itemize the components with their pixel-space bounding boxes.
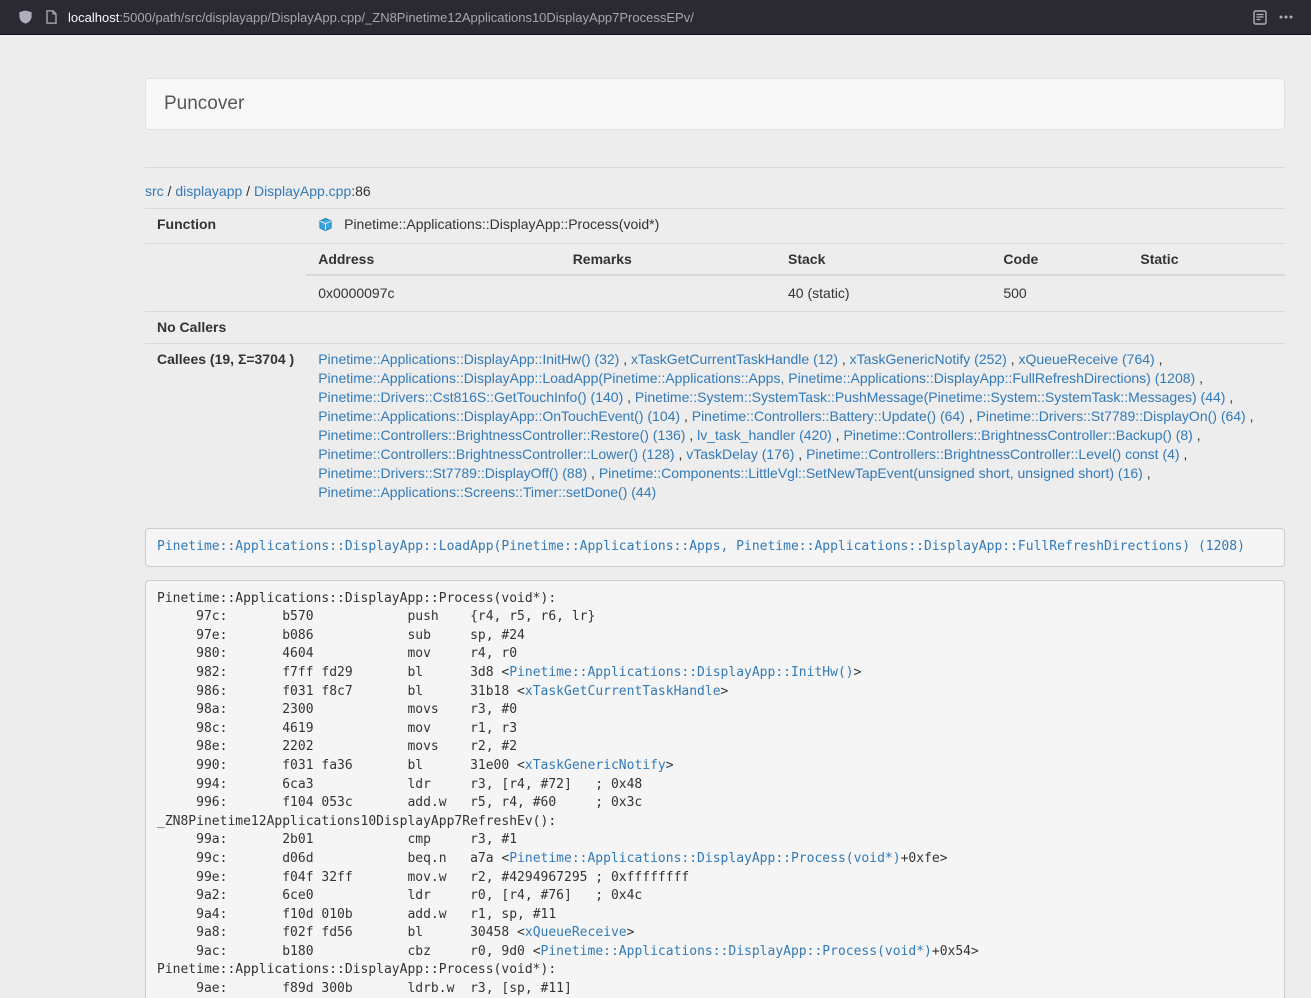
page-content: Puncover src / displayapp / DisplayApp.c… bbox=[145, 35, 1285, 998]
no-callers-empty bbox=[306, 312, 1285, 344]
breadcrumb-link[interactable]: DisplayApp.cpp bbox=[254, 183, 351, 199]
callee-link[interactable]: xQueueReceive (764) bbox=[1019, 351, 1155, 367]
no-callers-row: No Callers bbox=[145, 312, 1285, 344]
stats-row: Address Remarks Stack Code Static 0x0000… bbox=[145, 244, 1285, 312]
callee-link[interactable]: Pinetime::Components::LittleVgl::SetNewT… bbox=[599, 465, 1143, 481]
callees-list: Pinetime::Applications::DisplayApp::Init… bbox=[306, 344, 1285, 509]
callee-link[interactable]: Pinetime::Controllers::BrightnessControl… bbox=[843, 427, 1192, 443]
browser-toolbar: localhost:5000/path/src/displayapp/Displ… bbox=[0, 0, 1311, 35]
callee-link[interactable]: Pinetime::Controllers::BrightnessControl… bbox=[318, 446, 674, 462]
disasm-symbol-link[interactable]: xTaskGenericNotify bbox=[525, 758, 666, 773]
address-value: 0x0000097c bbox=[306, 275, 560, 311]
callee-link[interactable]: vTaskDelay (176) bbox=[686, 446, 794, 462]
callee-link[interactable]: Pinetime::Controllers::BrightnessControl… bbox=[806, 446, 1179, 462]
callees-row: Callees (19, Σ=3704 ) Pinetime::Applicat… bbox=[145, 344, 1285, 509]
menu-icon[interactable] bbox=[1273, 4, 1299, 30]
disasm-symbol-link[interactable]: xTaskGetCurrentTaskHandle bbox=[525, 684, 721, 699]
no-callers-label: No Callers bbox=[145, 312, 306, 344]
stats-header-row: Address Remarks Stack Code Static bbox=[306, 244, 1285, 275]
breadcrumb-line-number: :86 bbox=[351, 183, 370, 199]
page-title[interactable]: Puncover bbox=[164, 93, 244, 115]
breadcrumb-separator: / bbox=[242, 183, 254, 199]
shield-icon[interactable] bbox=[12, 4, 38, 30]
callee-link[interactable]: lv_task_handler (420) bbox=[697, 427, 832, 443]
disasm-symbol-link[interactable]: Pinetime::Applications::DisplayApp::Proc… bbox=[541, 944, 932, 959]
url-host: localhost bbox=[68, 10, 119, 25]
callee-link[interactable]: Pinetime::Applications::DisplayApp::Init… bbox=[318, 351, 619, 367]
callee-link[interactable]: Pinetime::Applications::DisplayApp::OnTo… bbox=[318, 408, 680, 424]
remarks-value bbox=[561, 275, 776, 311]
disasm-symbol-link[interactable]: Pinetime::Applications::DisplayApp::Proc… bbox=[509, 851, 900, 866]
divider bbox=[145, 167, 1285, 168]
col-static: Static bbox=[1128, 244, 1285, 275]
snippet-link[interactable]: Pinetime::Applications::DisplayApp::Load… bbox=[157, 539, 1245, 554]
function-row: Function Pinetime::Applications::Display… bbox=[145, 209, 1285, 244]
callee-link[interactable]: Pinetime::Controllers::BrightnessControl… bbox=[318, 427, 685, 443]
stats-label-empty bbox=[145, 244, 306, 312]
callees-label: Callees (19, Σ=3704 ) bbox=[145, 344, 306, 509]
callee-link[interactable]: xTaskGenericNotify (252) bbox=[850, 351, 1007, 367]
static-value bbox=[1128, 275, 1285, 311]
col-remarks: Remarks bbox=[561, 244, 776, 275]
disassembly-block: Pinetime::Applications::DisplayApp::Proc… bbox=[145, 580, 1285, 998]
breadcrumb-link[interactable]: displayapp bbox=[175, 183, 242, 199]
disasm-symbol-link[interactable]: xQueueReceive bbox=[525, 925, 627, 940]
url-bar[interactable]: localhost:5000/path/src/displayapp/Displ… bbox=[68, 10, 694, 25]
function-label: Function bbox=[145, 209, 306, 244]
col-stack: Stack bbox=[776, 244, 991, 275]
stats-table: Address Remarks Stack Code Static 0x0000… bbox=[306, 244, 1285, 311]
function-icon bbox=[318, 217, 333, 237]
callee-link[interactable]: Pinetime::Drivers::Cst816S::GetTouchInfo… bbox=[318, 389, 623, 405]
reader-view-icon[interactable] bbox=[1247, 4, 1273, 30]
callee-link[interactable]: Pinetime::Applications::DisplayApp::Load… bbox=[318, 370, 1195, 386]
breadcrumb-link[interactable]: src bbox=[145, 183, 164, 199]
stack-value: 40 (static) bbox=[776, 275, 991, 311]
code-value: 500 bbox=[991, 275, 1128, 311]
snippet-block: Pinetime::Applications::DisplayApp::Load… bbox=[145, 528, 1285, 567]
breadcrumb: src / displayapp / DisplayApp.cpp:86 bbox=[145, 183, 1285, 199]
callee-link[interactable]: Pinetime::Drivers::St7789::DisplayOff() … bbox=[318, 465, 587, 481]
col-code: Code bbox=[991, 244, 1128, 275]
callee-link[interactable]: xTaskGetCurrentTaskHandle (12) bbox=[631, 351, 838, 367]
col-address: Address bbox=[306, 244, 560, 275]
callee-link[interactable]: Pinetime::Controllers::Battery::Update()… bbox=[692, 408, 965, 424]
app-navbar: Puncover bbox=[145, 78, 1285, 130]
callee-link[interactable]: Pinetime::Drivers::St7789::DisplayOn() (… bbox=[977, 408, 1246, 424]
function-name: Pinetime::Applications::DisplayApp::Proc… bbox=[344, 216, 659, 232]
url-path: :5000/path/src/displayapp/DisplayApp.cpp… bbox=[119, 10, 694, 25]
page-icon[interactable] bbox=[38, 4, 64, 30]
callee-link[interactable]: Pinetime::System::SystemTask::PushMessag… bbox=[635, 389, 1226, 405]
callee-link[interactable]: Pinetime::Applications::Screens::Timer::… bbox=[318, 484, 656, 500]
disasm-symbol-link[interactable]: Pinetime::Applications::DisplayApp::Init… bbox=[509, 665, 853, 680]
stats-values-row: 0x0000097c 40 (static) 500 bbox=[306, 275, 1285, 311]
function-table: Function Pinetime::Applications::Display… bbox=[145, 208, 1285, 508]
breadcrumb-separator: / bbox=[164, 183, 176, 199]
